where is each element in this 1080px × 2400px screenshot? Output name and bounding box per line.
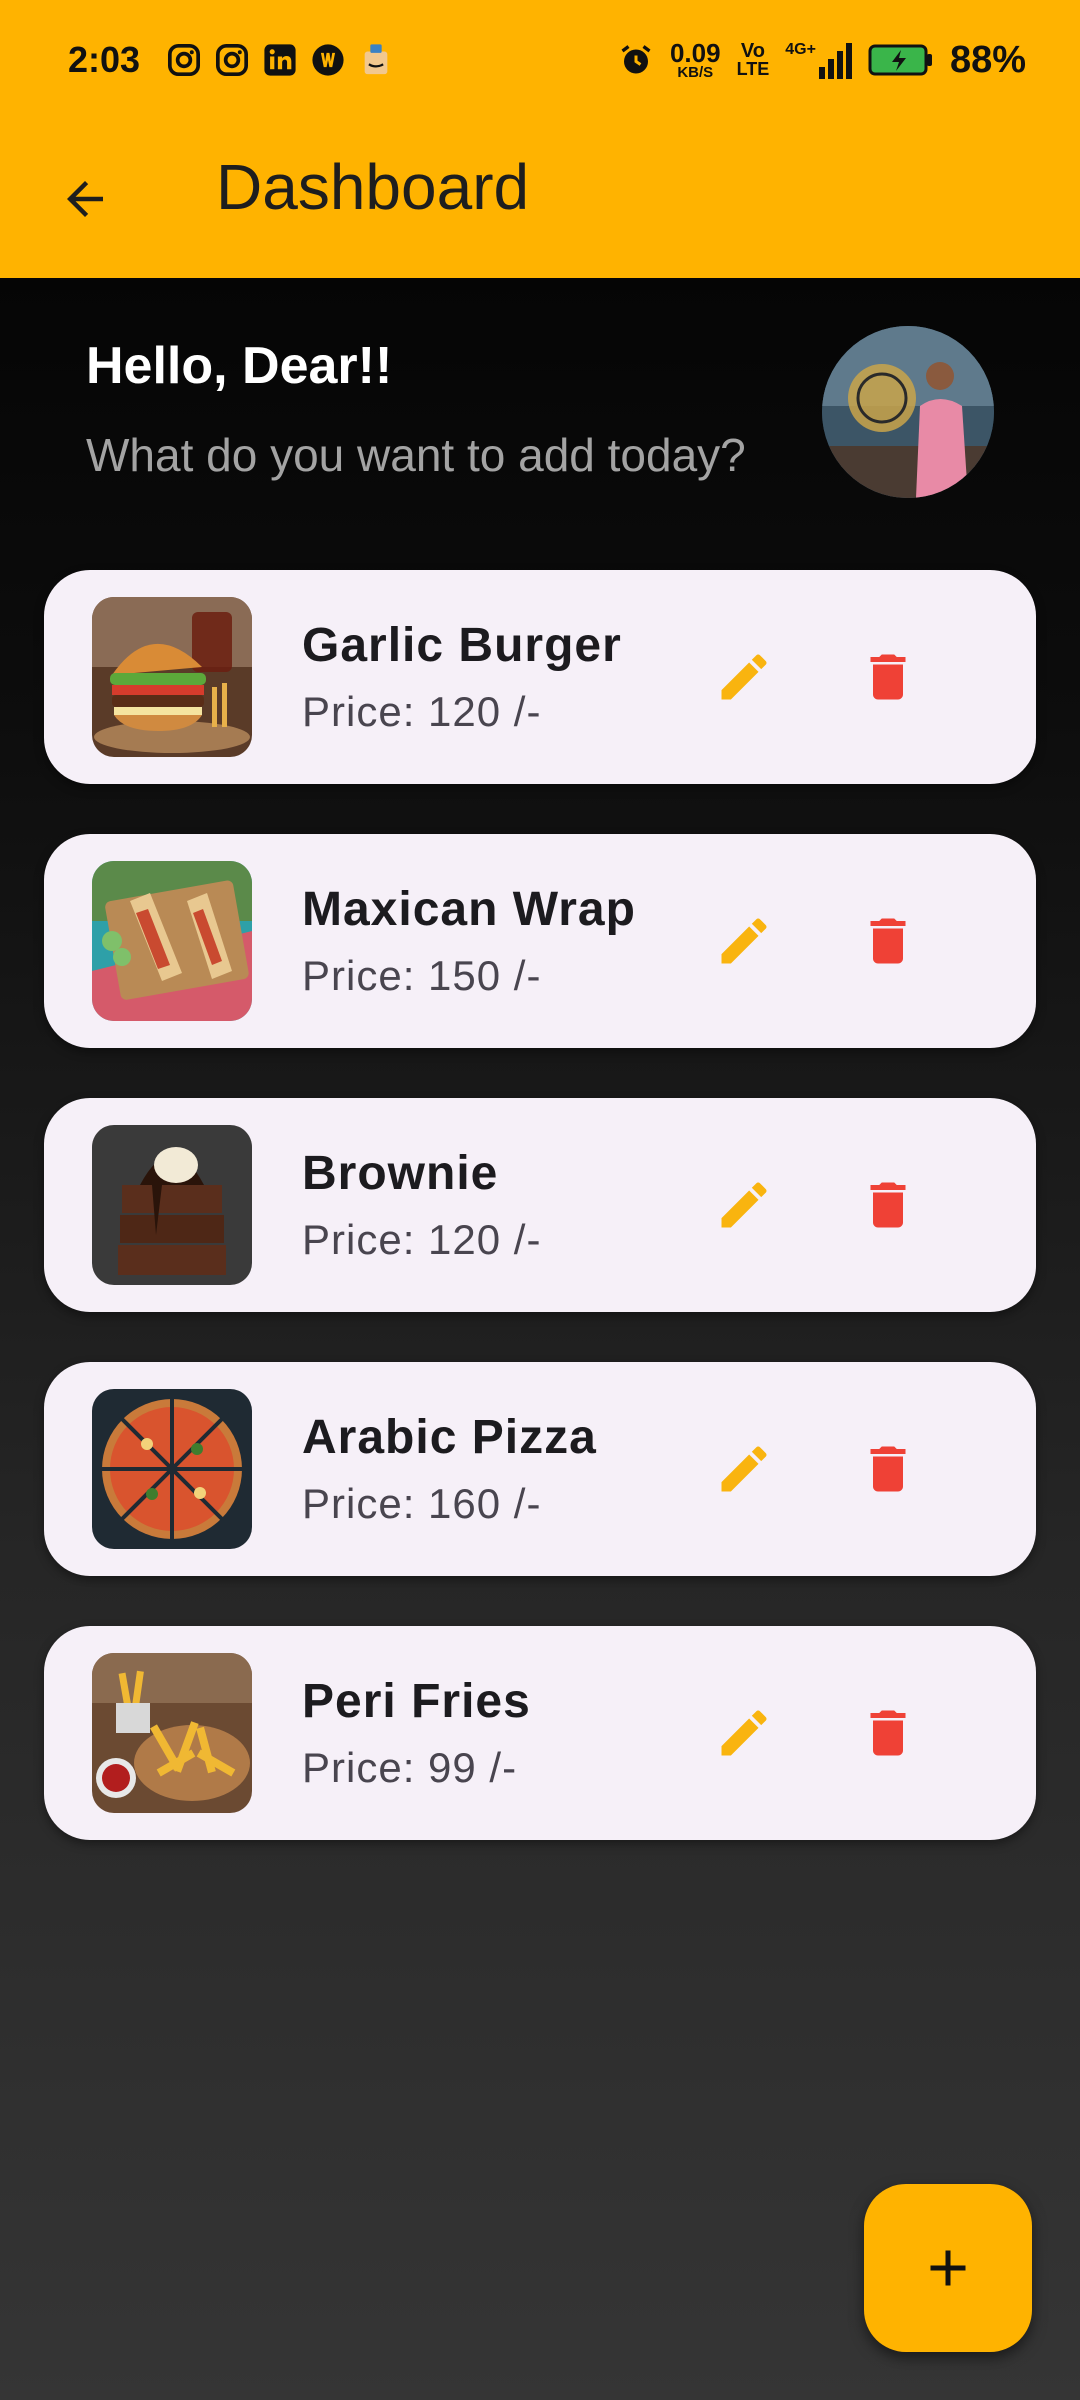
pencil-icon	[721, 1182, 767, 1228]
linkedin-icon	[262, 42, 298, 78]
greeting-text: Hello, Dear!!	[86, 337, 393, 395]
list-item[interactable]: Brownie Price: 120 /-	[44, 1098, 1036, 1312]
item-image-fries	[92, 1653, 252, 1813]
item-name: Peri Fries	[302, 1675, 531, 1728]
item-name: Garlic Burger	[302, 619, 622, 672]
item-image-burger	[92, 597, 252, 757]
pencil-icon	[721, 1710, 767, 1756]
pencil-icon	[721, 1446, 767, 1492]
status-indicators: 0.09 KB/S Vo LTE 4G+ 88%	[618, 39, 1026, 82]
item-price: Price: 160 /-	[302, 1480, 542, 1527]
page-title: Dashboard	[216, 151, 530, 223]
edit-button[interactable]	[710, 1171, 778, 1239]
delete-button[interactable]	[854, 1171, 922, 1239]
edit-button[interactable]	[710, 1699, 778, 1767]
item-price: Price: 150 /-	[302, 952, 542, 999]
network-speed: 0.09 KB/S	[669, 37, 721, 81]
pencil-icon	[721, 654, 767, 700]
prompt-text: What do you want to add today?	[86, 429, 746, 481]
item-price: Price: 99 /-	[302, 1744, 518, 1791]
item-image-brownie	[92, 1125, 252, 1285]
edit-button[interactable]	[710, 1435, 778, 1503]
delete-button[interactable]	[854, 907, 922, 975]
item-price: Price: 120 /-	[302, 1216, 542, 1263]
instagram-icon	[214, 42, 250, 78]
instagram-icon	[166, 42, 202, 78]
alarm-icon	[618, 42, 654, 78]
app-bar: Dashboard	[0, 120, 1080, 278]
item-name: Brownie	[302, 1147, 499, 1200]
trash-icon	[870, 1182, 906, 1228]
status-bar: 2:03 0.09 KB/S Vo LTE 4G+ 88%	[0, 0, 1080, 120]
back-button[interactable]	[52, 166, 118, 232]
top-bar: 2:03 0.09 KB/S Vo LTE 4G+ 88% Dashboard	[0, 0, 1080, 278]
item-name: Maxican Wrap	[302, 883, 636, 936]
item-name: Arabic Pizza	[302, 1411, 597, 1464]
delete-button[interactable]	[854, 643, 922, 711]
item-price: Price: 120 /-	[302, 688, 542, 735]
avatar[interactable]	[822, 326, 994, 498]
trash-icon	[870, 654, 906, 700]
list-item[interactable]: Arabic Pizza Price: 160 /-	[44, 1362, 1036, 1576]
volte-indicator: Vo LTE	[736, 40, 770, 79]
status-time: 2:03	[68, 39, 141, 80]
list-item[interactable]: Maxican Wrap Price: 150 /-	[44, 834, 1036, 1048]
trash-icon	[870, 918, 906, 964]
network-type: 4G+	[785, 41, 816, 58]
delete-button[interactable]	[854, 1699, 922, 1767]
item-image-pizza	[92, 1389, 252, 1549]
app-icon	[310, 42, 346, 78]
notification-icons	[166, 42, 394, 78]
list-item[interactable]: Peri Fries Price: 99 /-	[44, 1626, 1036, 1840]
edit-button[interactable]	[710, 907, 778, 975]
pencil-icon	[721, 918, 767, 964]
battery-icon	[868, 42, 934, 78]
plus-icon	[930, 2250, 966, 2286]
trash-icon	[870, 1446, 906, 1492]
arrow-back-icon	[67, 181, 103, 217]
item-image-wrap	[92, 861, 252, 1021]
list-item[interactable]: Garlic Burger Price: 120 /-	[44, 570, 1036, 784]
trash-icon	[870, 1710, 906, 1756]
signal-icon: 4G+	[785, 41, 852, 79]
add-item-button[interactable]	[864, 2184, 1032, 2352]
battery-percent: 88%	[949, 38, 1026, 81]
amazon-icon	[358, 42, 394, 78]
delete-button[interactable]	[854, 1435, 922, 1503]
edit-button[interactable]	[710, 643, 778, 711]
